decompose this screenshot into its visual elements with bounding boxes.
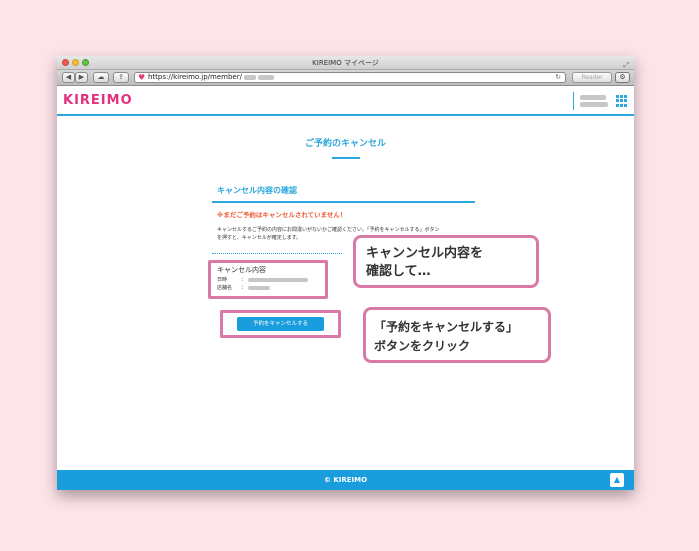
minimize-window-button[interactable] [72,59,79,66]
title-underline [332,157,360,159]
callout-line: 「予約をキャンセルする」 [374,320,519,334]
kireimo-logo[interactable]: KIREIMO [63,93,133,108]
member-info[interactable] [573,92,609,110]
description-line: を押すと、キャンセルが確定します。 [217,235,302,241]
button-highlight-box [220,310,341,338]
favicon-heart-icon: ♥ [138,73,146,82]
window-title: KIREIMO マイページ [312,59,379,67]
member-id-blurred [580,102,608,107]
dotted-divider [212,253,342,254]
maximize-window-button[interactable] [82,59,89,66]
menu-grid-icon[interactable] [616,95,628,107]
url-text: https://kireimo.jp/member/ [148,73,242,81]
reader-button[interactable]: Reader [572,72,612,83]
url-blurred-segment [244,74,257,80]
title-bar: KIREIMO マイページ ⤢ [57,56,634,70]
callout-line: 確認して… [366,264,431,279]
browser-toolbar: ◀ ▶ ☁ ⇪ ♥ https://kireimo.jp/member/ ↻ R… [57,70,634,86]
close-window-button[interactable] [62,59,69,66]
site-header: KIREIMO [57,86,634,116]
warning-text: ※まだご予約はキャンセルされていません！ [217,211,347,219]
member-name-blurred [580,95,606,100]
callout-click: 「予約をキャンセルする」 ボタンをクリック [363,307,551,363]
cloud-icon[interactable]: ☁ [93,72,109,83]
forward-button[interactable]: ▶ [75,72,88,83]
detail-highlight-box [208,260,328,299]
gear-icon[interactable]: ⚙ [615,72,630,83]
share-icon[interactable]: ⇪ [113,72,129,83]
reload-icon[interactable]: ↻ [555,73,561,82]
callout-confirm: キャンンセル内容を 確認して… [353,235,539,288]
site-footer: © KIREIMO [57,470,634,490]
back-button[interactable]: ◀ [62,72,75,83]
description-line: キャンセルするご予約の内容にお間違いがないかご確認ください。「予約をキャンセルす… [217,227,440,233]
browser-window: KIREIMO マイページ ⤢ ◀ ▶ ☁ ⇪ ♥ https://kireim… [57,56,634,490]
section-heading: キャンセル内容の確認 [217,186,297,195]
chevron-up-icon: ▲ [613,475,621,484]
section-divider [212,201,475,203]
callout-line: ボタンをクリック [374,339,471,353]
url-blurred-segment [258,74,275,80]
scroll-top-button[interactable]: ▲ [610,473,624,487]
callout-line: キャンンセル内容を [366,246,484,261]
address-bar[interactable]: ♥ https://kireimo.jp/member/ ↻ [134,72,566,83]
page-title: ご予約のキャンセル [304,139,386,149]
